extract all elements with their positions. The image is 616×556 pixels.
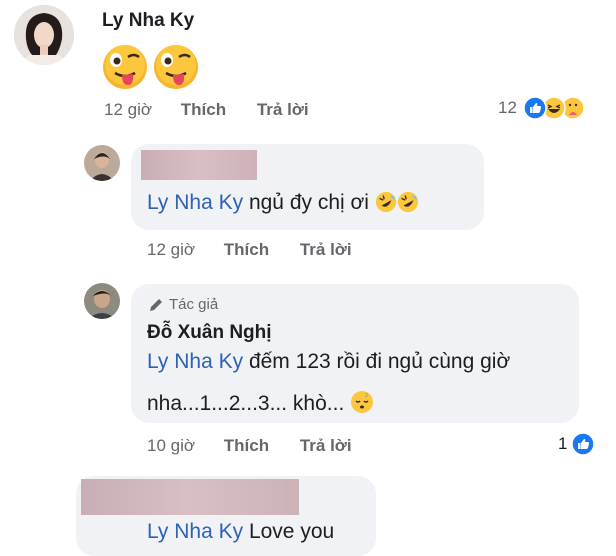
avatar-reply-user[interactable]	[84, 145, 120, 181]
avatar-ly-nha-ky[interactable]	[14, 5, 74, 65]
reply-button[interactable]: Trả lời	[257, 100, 309, 119]
rofl-emoji	[397, 191, 418, 213]
like-button[interactable]: Thích	[224, 436, 269, 455]
avatar-do-xuan-nghi[interactable]	[84, 283, 120, 319]
like-icon	[571, 432, 596, 456]
comment-text: Ly Nha Ky Love you	[147, 520, 335, 543]
comment-time[interactable]: 12 giờ	[104, 100, 152, 119]
reply-button[interactable]: Trả lời	[300, 240, 352, 259]
comment-time[interactable]: 12 giờ	[147, 240, 195, 259]
reply-button[interactable]: Trả lời	[300, 436, 352, 455]
redacted-name	[141, 150, 257, 180]
mention-link[interactable]: Ly Nha Ky	[147, 350, 243, 373]
tongue-emoji	[152, 43, 200, 96]
comment-author[interactable]: Đỗ Xuân Nghị	[147, 322, 272, 344]
comment-text: Ly Nha Ky đếm 123 rồi đi ngủ cùng giờ	[147, 350, 511, 373]
comment-time[interactable]: 10 giờ	[147, 436, 195, 455]
comment-author[interactable]: Ly Nha Ky	[102, 10, 194, 32]
redacted-name	[81, 479, 299, 515]
sleepy-emoji: z	[351, 391, 374, 413]
mention-link[interactable]: Ly Nha Ky	[147, 191, 243, 214]
mention-link[interactable]: Ly Nha Ky	[147, 520, 243, 543]
reaction-summary[interactable]: 1	[558, 432, 596, 456]
like-icon	[523, 96, 547, 120]
pen-icon	[150, 298, 162, 311]
reaction-count: 12	[498, 98, 517, 117]
reaction-count: 1	[558, 434, 568, 453]
like-button[interactable]: Thích	[224, 240, 269, 259]
comment-text-line2: nha...1...2...3... khò... z	[147, 390, 374, 416]
author-badge: Tác giả	[148, 296, 218, 313]
svg-text:z: z	[365, 392, 368, 399]
reaction-summary[interactable]: 12	[498, 96, 585, 120]
tongue-emoji	[101, 43, 149, 96]
like-button[interactable]: Thích	[181, 100, 226, 119]
rofl-emoji	[375, 191, 396, 213]
comment-text: Ly Nha Ky ngủ đy chị ơi	[147, 191, 419, 215]
